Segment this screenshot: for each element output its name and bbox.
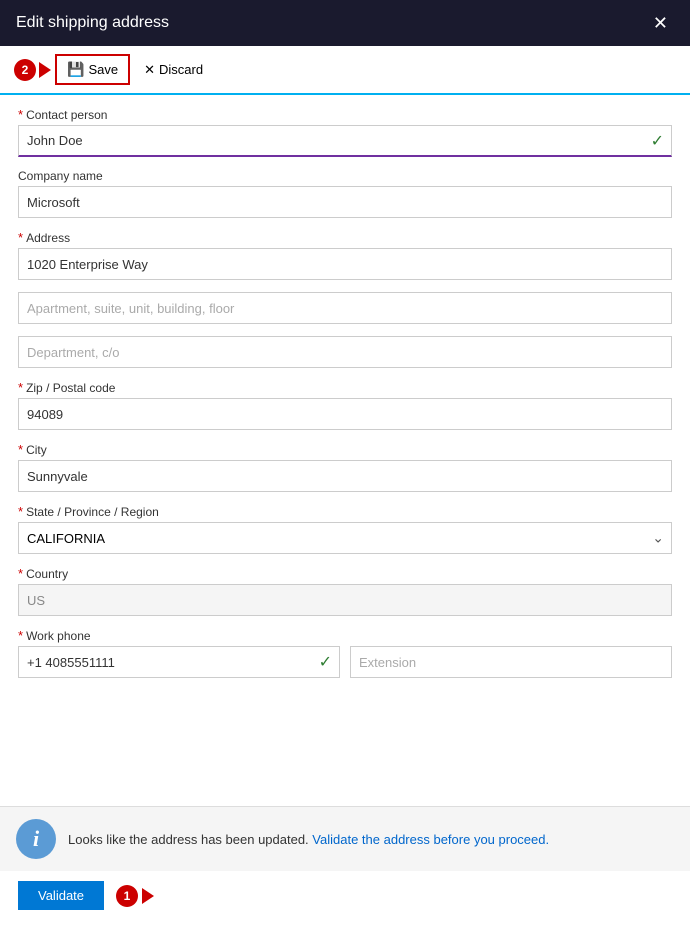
- modal-title: Edit shipping address: [16, 14, 169, 32]
- modal-header: Edit shipping address ✕: [0, 0, 690, 46]
- address-field: * Address: [18, 230, 672, 280]
- save-badge-area: 2: [14, 59, 51, 81]
- work-phone-input[interactable]: [18, 646, 340, 678]
- city-label: * City: [18, 442, 672, 457]
- save-badge-arrow: [39, 62, 51, 78]
- contact-person-check-icon: ✓: [651, 131, 664, 151]
- discard-label: Discard: [159, 62, 203, 77]
- city-field: * City: [18, 442, 672, 492]
- validate-badge-arrow: [142, 888, 154, 904]
- required-star: *: [18, 566, 23, 581]
- info-icon-circle: i: [16, 819, 56, 859]
- address-label: * Address: [18, 230, 672, 245]
- required-star: *: [18, 442, 23, 457]
- city-input[interactable]: [18, 460, 672, 492]
- address2-field: [18, 292, 672, 324]
- department-input[interactable]: [18, 336, 672, 368]
- state-select[interactable]: CALIFORNIA NEW YORK TEXAS FLORIDA: [18, 522, 672, 554]
- validate-badge: 1: [116, 885, 138, 907]
- info-icon: i: [33, 828, 39, 850]
- contact-person-input[interactable]: [18, 125, 672, 157]
- phone-input-wrapper: ✓: [18, 646, 340, 678]
- zip-code-field: * Zip / Postal code: [18, 380, 672, 430]
- state-label: * State / Province / Region: [18, 504, 672, 519]
- department-field: [18, 336, 672, 368]
- required-star: *: [18, 628, 23, 643]
- contact-person-field: * Contact person ✓: [18, 107, 672, 157]
- contact-person-label: * Contact person: [18, 107, 672, 122]
- toolbar: 2 💾 Save ✕ Discard: [0, 46, 690, 95]
- validate-badge-area: 1: [116, 885, 154, 907]
- address-input[interactable]: [18, 248, 672, 280]
- save-label: Save: [88, 62, 118, 77]
- address2-input[interactable]: [18, 292, 672, 324]
- validate-section: Validate 1: [0, 871, 690, 926]
- validate-button[interactable]: Validate: [18, 881, 104, 910]
- country-label: * Country: [18, 566, 672, 581]
- info-banner: i Looks like the address has been update…: [0, 806, 690, 871]
- work-phone-field: * Work phone ✓: [18, 628, 672, 678]
- phone-check-icon: ✓: [319, 652, 332, 672]
- country-field: * Country: [18, 566, 672, 616]
- discard-button[interactable]: ✕ Discard: [134, 57, 213, 83]
- info-text: Looks like the address has been updated.…: [68, 832, 674, 847]
- work-phone-label: * Work phone: [18, 628, 672, 643]
- zip-code-label: * Zip / Postal code: [18, 380, 672, 395]
- state-field: * State / Province / Region CALIFORNIA N…: [18, 504, 672, 554]
- required-star: *: [18, 504, 23, 519]
- company-name-label: Company name: [18, 169, 672, 183]
- form-body: * Contact person ✓ Company name * Addres…: [0, 95, 690, 798]
- edit-shipping-modal: Edit shipping address ✕ 2 💾 Save ✕ Disca…: [0, 0, 690, 926]
- close-button[interactable]: ✕: [647, 11, 674, 36]
- country-input: [18, 584, 672, 616]
- extension-input[interactable]: [350, 646, 672, 678]
- save-button[interactable]: 💾 Save: [55, 54, 130, 85]
- required-star: *: [18, 230, 23, 245]
- extension-input-wrapper: [350, 646, 672, 678]
- phone-row: ✓: [18, 646, 672, 678]
- save-badge: 2: [14, 59, 36, 81]
- discard-icon: ✕: [144, 62, 155, 78]
- save-icon: 💾: [67, 61, 84, 78]
- required-star: *: [18, 107, 23, 122]
- zip-code-input[interactable]: [18, 398, 672, 430]
- contact-person-input-wrapper: ✓: [18, 125, 672, 157]
- company-name-input[interactable]: [18, 186, 672, 218]
- validate-link[interactable]: Validate the address before you proceed.: [312, 832, 549, 847]
- company-name-field: Company name: [18, 169, 672, 218]
- state-select-wrapper: CALIFORNIA NEW YORK TEXAS FLORIDA ⌄: [18, 522, 672, 554]
- required-star: *: [18, 380, 23, 395]
